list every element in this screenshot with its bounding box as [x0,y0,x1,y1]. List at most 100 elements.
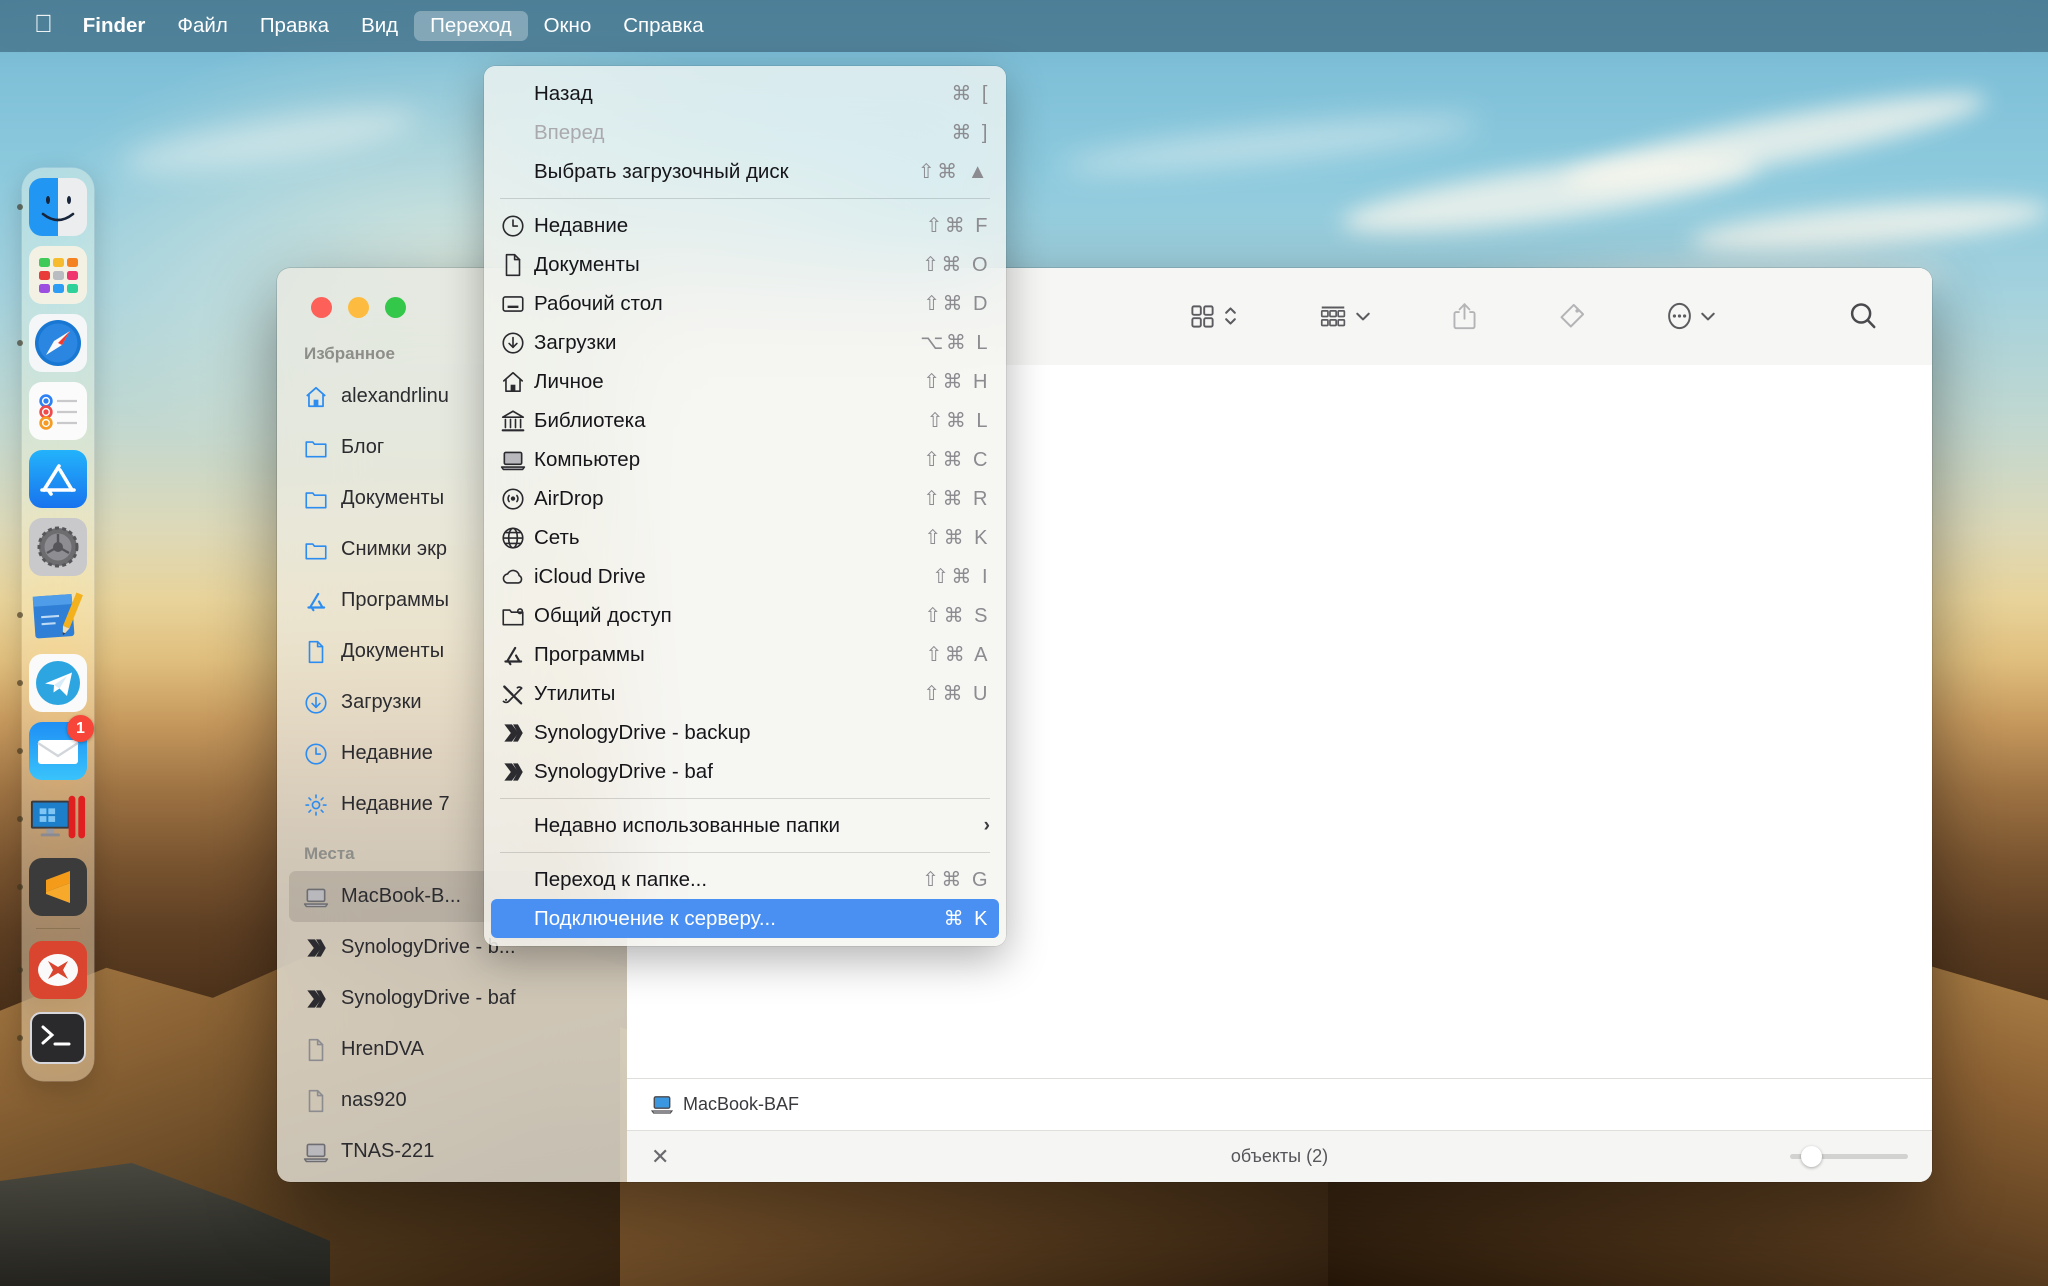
menu-item[interactable]: AirDrop ⇧⌘ R [491,479,999,518]
folder-icon [303,486,341,512]
globe-icon [500,525,534,551]
sidebar-item-label: MacBook-B... [341,885,462,907]
synology-icon [303,935,341,961]
menu-item-label: Переход к папке... [534,867,708,891]
menu-item-shortcut: ⇧⌘ U [923,683,990,705]
dock-item-reminders[interactable] [29,382,87,440]
dock-item-parallels[interactable] [17,790,87,848]
minimize-button[interactable] [348,296,369,318]
utilities-icon [502,684,523,705]
breadcrumb[interactable]: MacBook-BAF [627,1078,1932,1130]
dock-item-telegram[interactable] [17,654,87,712]
dock-item-terminal[interactable] [17,1009,87,1067]
menu-item[interactable]: Переход к папке... ⇧⌘ G [491,860,999,899]
sidebar-item-tnas-221[interactable]: TNAS-221 [289,1126,615,1177]
running-indicator [17,680,23,686]
sidebar-item-label: TNAS-221 [341,1140,435,1162]
share-button[interactable] [1441,296,1488,337]
icon-size-slider[interactable] [1790,1146,1908,1167]
menu-item[interactable]: Компьютер ⇧⌘ C [491,440,999,479]
menu-item[interactable]: Подключение к серверу... ⌘ K [491,899,999,938]
menu-edit[interactable]: Правка [244,11,345,42]
menu-item[interactable]: Утилиты ⇧⌘ U [491,674,999,713]
document-icon [505,253,521,276]
menu-item-shortcut: ⌘ [ [951,83,990,105]
folder-icon [305,491,327,508]
clock-icon [303,741,341,767]
maximize-button[interactable] [385,296,406,318]
menu-view[interactable]: Вид [345,11,414,42]
menu-item[interactable]: Общий доступ ⇧⌘ S [491,596,999,635]
close-button[interactable] [311,296,332,318]
menu-separator [500,198,990,199]
airdrop-icon [500,486,534,512]
menu-item[interactable]: Загрузки ⌥⌘ L [491,323,999,362]
dock-item-system-settings[interactable] [29,518,87,576]
sidebar-item-hrendva[interactable]: HrenDVA [289,1024,615,1075]
menu-go[interactable]: Переход [414,10,528,42]
menu-item[interactable]: SynologyDrive - backup [491,713,999,752]
dock-item-launchpad[interactable] [29,246,87,304]
menu-item-label: Документы [534,252,640,276]
disk-icon [308,1089,324,1112]
menu-file[interactable]: Файл [161,11,243,42]
dock-item-finder[interactable] [17,178,87,236]
sidebar-item-label: Блог [341,436,385,458]
go-menu-dropdown: Назад ⌘ [Вперед ⌘ ] Выбрать загрузочный дис… [484,66,1006,946]
tags-button[interactable] [1548,296,1596,336]
search-button[interactable] [1838,295,1888,337]
computer-icon [303,888,329,907]
menu-item[interactable]: Недавно использованные папки › [491,806,999,845]
slider-knob[interactable] [1801,1146,1822,1167]
document-icon [500,252,534,278]
dock-item-notes[interactable] [17,586,87,644]
menu-item[interactable]: SynologyDrive - baf [491,752,999,791]
disk-icon [303,1037,341,1063]
menu-item[interactable]: Назад ⌘ [ [491,74,999,113]
system-settings-icon [29,518,87,576]
menu-item-shortcut: ⇧⌘ H [923,371,990,393]
menu-item[interactable]: Выбрать загрузочный диск ⇧⌘ ▲ [491,152,999,191]
menu-item[interactable]: Недавние ⇧⌘ F [491,206,999,245]
dock-item-safari[interactable] [17,314,87,372]
sidebar-item-label: Программы [341,589,450,611]
shared-folder-icon [500,603,534,629]
running-indicator [17,204,23,210]
menu-item[interactable]: Личное ⇧⌘ H [491,362,999,401]
menu-item-shortcut: ⇧⌘ D [923,293,990,315]
status-bar: ✕ объекты (2) [627,1130,1932,1182]
item-count-label: объекты (2) [1230,1146,1329,1166]
clock-icon [500,213,534,239]
cloud-wisp [1059,106,1481,184]
menu-help[interactable]: Справка [607,11,719,42]
menu-item-shortcut: ⌘ K [943,908,990,930]
group-by-button[interactable] [1308,297,1381,336]
menu-item[interactable]: Сеть ⇧⌘ K [491,518,999,557]
more-button[interactable] [1656,295,1726,337]
sidebar-item-nas920[interactable]: nas920 [289,1075,615,1126]
menu-item[interactable]: Библиотека ⇧⌘ L [491,401,999,440]
sidebar-item-synologydrive-baf[interactable]: SynologyDrive - baf [289,973,615,1024]
dock-item-rdp-client[interactable] [17,941,87,999]
menu-item[interactable]: iCloud Drive ⇧⌘ I [491,557,999,596]
menu-item[interactable]: Программы ⇧⌘ A [491,635,999,674]
menu-item-shortcut: ⌥⌘ L [920,332,990,354]
dock-item-mail[interactable]: 1 [17,715,94,780]
notes-icon [32,592,83,639]
menu-window[interactable]: Окно [528,11,608,42]
menu-item-label: Компьютер [534,447,641,471]
view-grid-button[interactable] [1179,297,1248,336]
sidebar-item-label: HrenDVA [341,1038,424,1060]
menu-item[interactable]: Документы ⇧⌘ O [491,245,999,284]
menu-finder[interactable]: Finder [71,11,162,42]
reminders-icon [29,382,87,440]
apple-logo-icon[interactable]:  [26,10,71,42]
disk-icon [303,1088,341,1114]
menu-item[interactable]: Рабочий стол ⇧⌘ D [491,284,999,323]
utilities-icon [500,681,534,707]
dock-item-app-store[interactable] [29,450,87,508]
group-list-icon [1320,305,1346,326]
ellipsis-icon [1668,302,1691,330]
menu-bar:  Finder Файл Правка Вид Переход Окно Сп… [0,0,2048,52]
dock-item-sublime-text[interactable] [17,858,87,916]
